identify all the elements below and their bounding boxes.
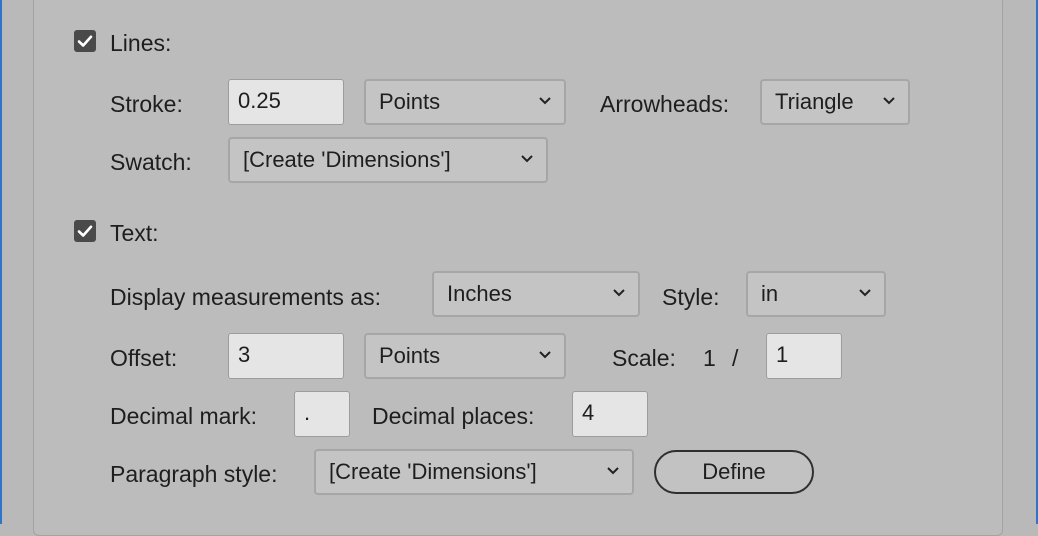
offset-input[interactable]: 3 [228, 333, 344, 379]
arrowheads-label: Arrowheads: [600, 91, 730, 117]
stroke-unit-value: Points [379, 89, 441, 114]
scale-separator: / [732, 345, 739, 371]
paragraph-style-select[interactable]: [Create 'Dimensions'] [314, 449, 634, 495]
lines-checkbox[interactable] [74, 30, 96, 52]
swatch-select[interactable]: [Create 'Dimensions'] [228, 137, 548, 183]
scale-numerator: 1 [703, 345, 716, 371]
swatch-label: Swatch: [110, 149, 192, 175]
chevron-down-icon [539, 351, 551, 359]
paragraph-style-value: [Create 'Dimensions'] [329, 459, 537, 484]
offset-label: Offset: [110, 345, 178, 371]
stroke-label: Stroke: [110, 91, 183, 117]
style-label: Style: [662, 284, 720, 310]
display-measurements-value: Inches [447, 281, 512, 306]
chevron-down-icon [607, 467, 619, 475]
chevron-down-icon [859, 289, 871, 297]
window-edge-left [0, 0, 2, 524]
check-icon [77, 225, 93, 237]
offset-unit-value: Points [379, 343, 441, 368]
text-checkbox[interactable] [74, 220, 96, 242]
scale-denominator-input[interactable]: 1 [766, 333, 842, 379]
swatch-value: [Create 'Dimensions'] [243, 147, 451, 172]
chevron-down-icon [521, 155, 533, 163]
lines-checkbox-label: Lines: [110, 30, 172, 56]
display-measurements-label: Display measurements as: [110, 284, 381, 310]
style-select[interactable]: in [746, 271, 886, 317]
paragraph-style-label: Paragraph style: [110, 461, 278, 487]
style-value: in [761, 281, 779, 306]
chevron-down-icon [883, 97, 895, 105]
offset-unit-select[interactable]: Points [364, 333, 566, 379]
display-measurements-select[interactable]: Inches [432, 271, 640, 317]
decimal-places-input[interactable]: 4 [572, 391, 648, 437]
arrowheads-value: Triangle [775, 89, 854, 114]
stroke-unit-select[interactable]: Points [364, 79, 566, 125]
text-checkbox-label: Text: [110, 220, 159, 246]
scale-label: Scale: [612, 345, 676, 371]
define-button[interactable]: Define [654, 450, 814, 494]
decimal-mark-label: Decimal mark: [110, 403, 257, 429]
stroke-weight-input[interactable]: 0.25 [228, 79, 344, 125]
check-icon [77, 35, 93, 47]
chevron-down-icon [613, 289, 625, 297]
decimal-places-label: Decimal places: [372, 403, 535, 429]
chevron-down-icon [539, 97, 551, 105]
decimal-mark-input[interactable]: . [294, 391, 350, 437]
arrowheads-select[interactable]: Triangle [760, 79, 910, 125]
